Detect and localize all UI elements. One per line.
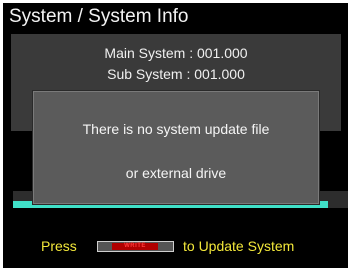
title-bar: System / System Info: [3, 3, 348, 31]
prompt-press-text: Press: [41, 238, 77, 254]
message-dialog: There is no system update file or extern…: [33, 91, 319, 204]
write-button-label: WRITE: [112, 243, 158, 250]
dialog-message-line-2: or external drive: [125, 165, 227, 181]
dialog-message-line-1: There is no system update file: [82, 121, 270, 137]
main-system-version: Main System : 001.000: [104, 45, 248, 61]
sub-system-version: Sub System : 001.000: [107, 66, 245, 82]
write-button-icon[interactable]: WRITE: [97, 241, 174, 252]
update-prompt: Press WRITE to Update System: [3, 237, 348, 257]
prompt-action-text: to Update System: [183, 238, 295, 254]
device-screen: System / System Info Main System : 001.0…: [3, 3, 348, 268]
page-title: System / System Info: [9, 6, 189, 27]
